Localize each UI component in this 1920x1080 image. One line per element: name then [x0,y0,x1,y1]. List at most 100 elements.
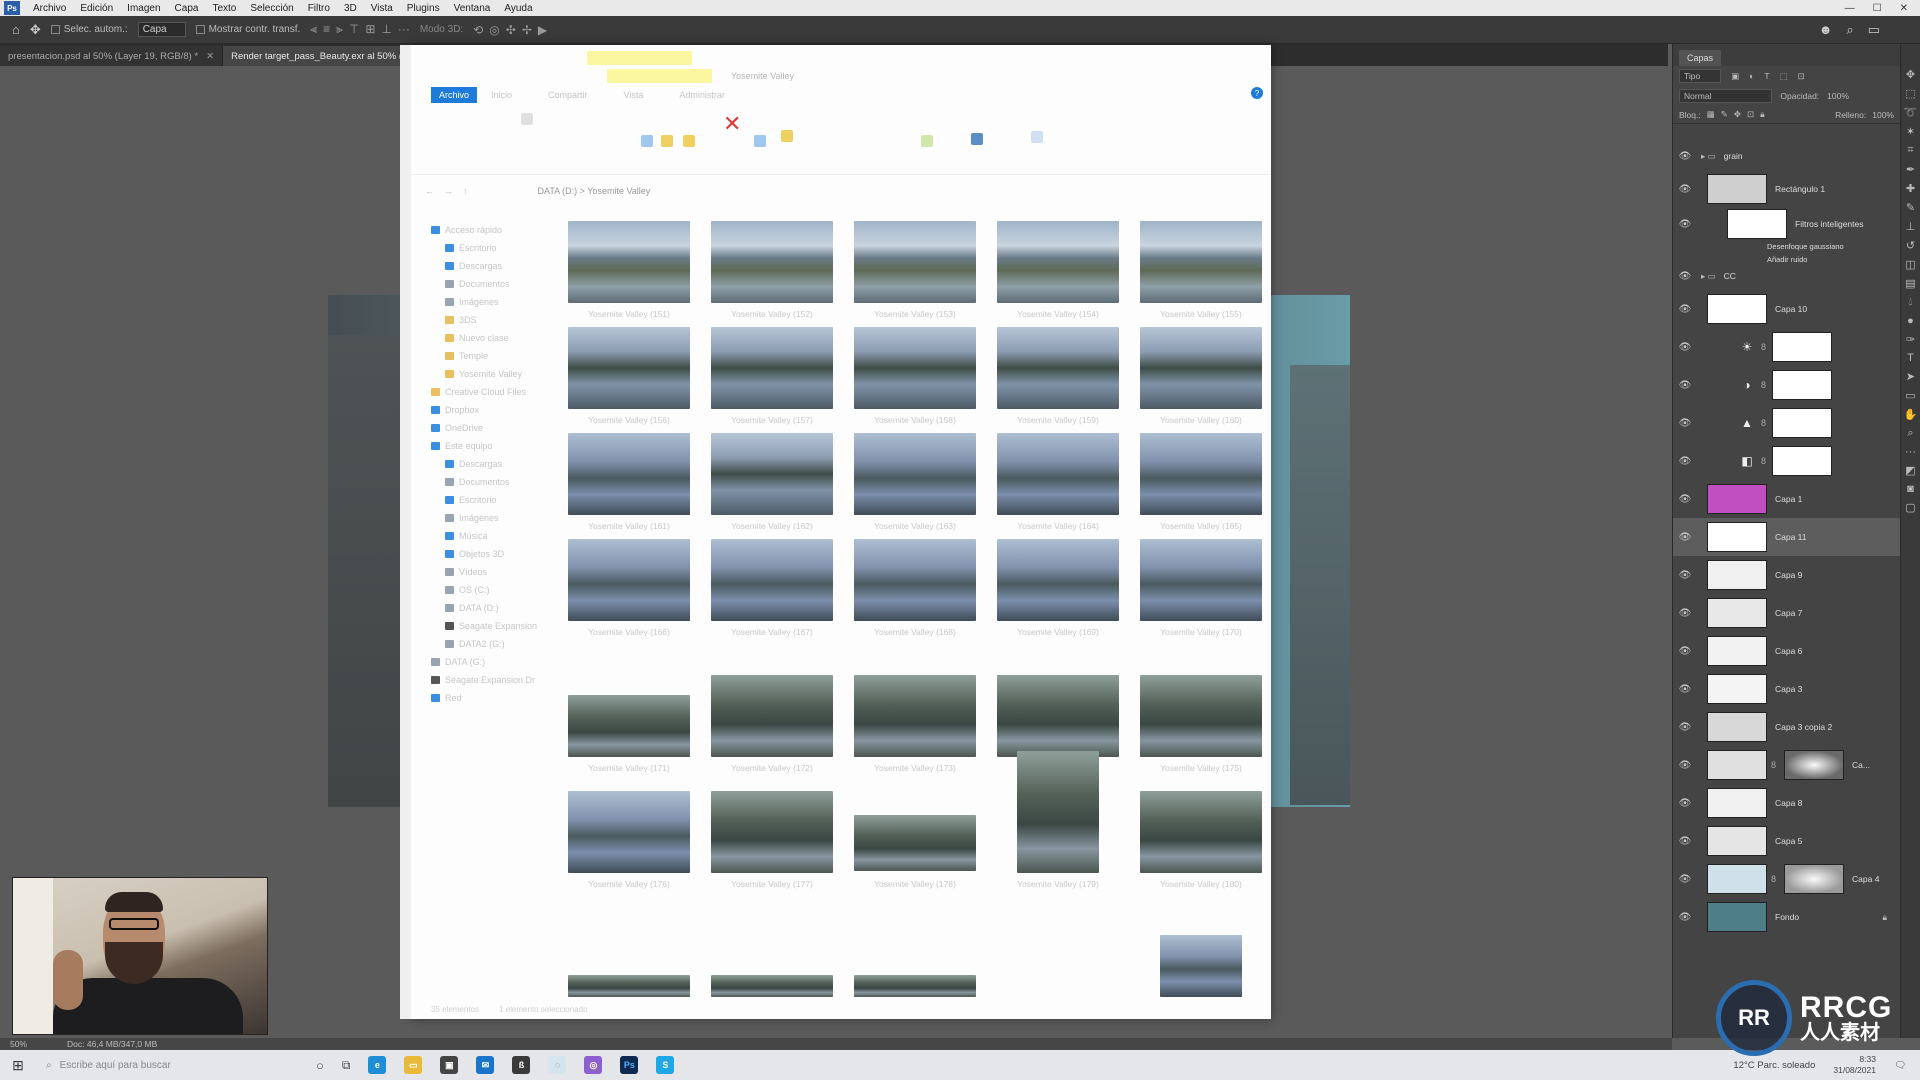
thumbnail-item[interactable] [711,791,833,873]
marquee-tool-icon[interactable]: ⬚ [1905,87,1915,100]
visibility-eye-icon[interactable]: 👁︎ [1673,219,1697,230]
start-button-icon[interactable]: ⊞ [0,1057,36,1074]
nav-item[interactable]: 3DS [431,311,541,329]
stamp-tool-icon[interactable]: ⊥ [1906,220,1916,233]
minimize-icon[interactable]: — [1845,3,1855,14]
move-tool-icon[interactable]: ✥ [1906,68,1915,81]
auto-select-dropdown[interactable]: Capa [137,22,186,37]
3d-tools[interactable]: ⟲ ◎ ✣ ✢ ▶ [473,23,547,37]
close-icon[interactable]: ✕ [1900,3,1908,14]
nav-item[interactable]: DATA (G:) [431,653,541,671]
layer-mask-thumbnail[interactable] [1772,446,1833,476]
thumbnail-item[interactable] [1140,327,1262,409]
store-icon[interactable]: ▣ [440,1056,459,1074]
nav-item[interactable]: DATA2 (G:) [431,635,541,653]
magic-wand-icon[interactable]: ✶ [1906,125,1915,138]
thumbnail-item[interactable] [711,975,833,997]
layer-row[interactable]: 👁︎ 8 Capa 4 [1673,860,1901,898]
layer-thumbnail[interactable] [1707,788,1767,818]
layer-mask-thumbnail[interactable] [1772,332,1833,362]
visibility-eye-icon[interactable]: 👁︎ [1673,874,1697,885]
tab-layers[interactable]: Capas [1679,50,1722,66]
properties-icon[interactable] [921,135,933,147]
layer-row[interactable]: 👁︎ ☀ 8 [1673,328,1901,366]
layer-row[interactable]: 👁︎ Capa 11 [1673,518,1901,556]
ribbon-tab-inicio[interactable]: Inicio [491,90,512,100]
thumbnail-item[interactable] [1017,751,1099,873]
layer-thumbnail[interactable] [1707,522,1767,552]
thumbnail-item[interactable] [854,221,976,303]
thumbnail-item[interactable] [568,433,690,515]
search-icon[interactable]: ⌕ [1846,22,1853,38]
nav-item[interactable]: Escritorio [431,491,541,509]
menu-item-selección[interactable]: Selección [243,3,300,14]
lock-position-icon[interactable]: ✥ [1734,109,1741,120]
visibility-eye-icon[interactable]: 👁︎ [1673,608,1697,619]
menu-item-capa[interactable]: Capa [168,3,206,14]
nav-item[interactable]: Dropbox [431,401,541,419]
nav-item[interactable]: Este equipo [431,437,541,455]
thumbnail-item[interactable] [711,675,833,757]
back-icon[interactable]: ← [425,186,434,196]
thumbnail-item[interactable] [711,539,833,621]
healing-brush-icon[interactable]: ✚ [1906,182,1915,195]
nav-item[interactable]: Temple [431,347,541,365]
layer-row[interactable]: 👁︎ ◑ 8 [1673,366,1901,404]
share-icon[interactable]: ☻ [1819,22,1833,38]
thumbnail-item[interactable] [568,695,690,757]
thumbnail-item[interactable] [568,327,690,409]
ribbon-tab-archivo[interactable]: Archivo [431,87,478,103]
screen-mode-icon[interactable]: ▢ [1905,501,1915,514]
blender-icon[interactable]: ß [512,1056,531,1074]
type-tool-icon[interactable]: T [1907,352,1914,364]
fill-value[interactable]: 100% [1872,110,1894,120]
blend-mode-dropdown[interactable]: Normal [1679,89,1773,103]
thumbnail-item[interactable] [1140,433,1262,515]
edge-icon[interactable]: e [368,1056,387,1074]
file-explorer-icon[interactable]: ▭ [404,1056,423,1074]
zoom-level[interactable]: 50% [10,1039,27,1049]
lock-artboard-icon[interactable]: ⊡ [1747,109,1754,120]
layer-row[interactable]: Añadir ruido [1673,253,1901,266]
thumbnail-item[interactable] [711,221,833,303]
visibility-eye-icon[interactable]: 👁︎ [1673,342,1697,353]
layer-mask-thumbnail[interactable] [1772,370,1833,400]
nav-item[interactable]: Escritorio [431,239,541,257]
layer-thumbnail[interactable] [1707,902,1767,932]
pen-tool-icon[interactable]: ✑ [1906,333,1915,346]
layer-row[interactable]: 👁︎ Capa 9 [1673,556,1901,594]
eraser-tool-icon[interactable]: ◫ [1905,258,1915,271]
nav-item[interactable]: Red [431,689,541,707]
address-bar[interactable]: ← → ↑ DATA (D:) > Yosemite Valley [411,181,1271,201]
lock-transparency-icon[interactable]: ▦ [1707,109,1715,120]
visibility-eye-icon[interactable]: 👁︎ [1673,304,1697,315]
filter-type-icon[interactable]: T [1764,71,1769,81]
workspace-icon[interactable]: ▭ [1868,22,1880,38]
layer-filter-dropdown[interactable]: Tipo [1679,69,1722,83]
layer-row[interactable]: 👁︎ Capa 3 copia 2 [1673,708,1901,746]
color-swatches-icon[interactable]: ◩ [1905,464,1915,477]
ribbon-tab-vista[interactable]: Vista [624,90,644,100]
task-view-icon[interactable]: ⧉ [342,1058,351,1073]
layer-thumbnail[interactable] [1707,826,1767,856]
layer-row[interactable]: 👁︎ 8 Ca... [1673,746,1901,784]
nav-item[interactable]: Acceso rápido [431,221,541,239]
nav-item[interactable]: Yosemite Valley [431,365,541,383]
visibility-eye-icon[interactable]: 👁︎ [1673,722,1697,733]
eyedropper-icon[interactable]: ✒ [1906,163,1915,176]
delete-icon[interactable]: ✕ [723,113,741,135]
nav-item[interactable]: Imágenes [431,293,541,311]
visibility-eye-icon[interactable]: 👁︎ [1673,912,1697,923]
thumbnail-item[interactable] [568,791,690,873]
ribbon-tab-compartir[interactable]: Compartir [548,90,588,100]
maximize-icon[interactable]: ☐ [1873,3,1882,14]
select-all-icon[interactable] [1031,131,1043,143]
thumbnail-item[interactable] [1160,935,1242,997]
nav-item[interactable]: Nuevo clase [431,329,541,347]
layer-row[interactable]: 👁︎ Capa 3 [1673,670,1901,708]
layer-thumbnail[interactable] [1707,560,1767,590]
menu-item-vista[interactable]: Vista [364,3,400,14]
brush-tool-icon[interactable]: ✎ [1906,201,1915,214]
filter-smart-icon[interactable]: ⊡ [1798,71,1805,82]
menu-item-ayuda[interactable]: Ayuda [497,3,539,14]
